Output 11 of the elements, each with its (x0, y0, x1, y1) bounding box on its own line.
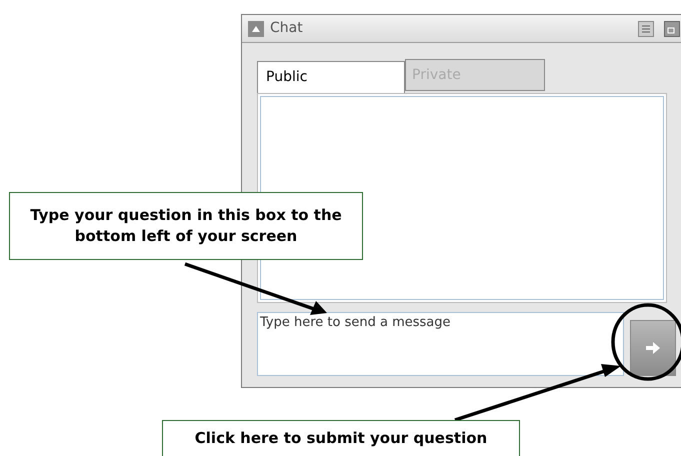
callout-text: Click here to submit your question (194, 428, 488, 449)
tab[interactable]: Public (257, 61, 405, 93)
callout-text: Type your question in this box to the bottom left of your screen (29, 205, 343, 247)
triangle-icon (251, 24, 261, 32)
restore-icon[interactable] (664, 20, 680, 36)
message-input[interactable]: Type here to send a message (257, 312, 624, 376)
send-button[interactable] (630, 320, 676, 376)
list-icon[interactable] (638, 20, 654, 36)
arrow-icon (646, 342, 660, 354)
window-title: Chat (270, 19, 303, 38)
collapse-button[interactable] (248, 20, 264, 36)
